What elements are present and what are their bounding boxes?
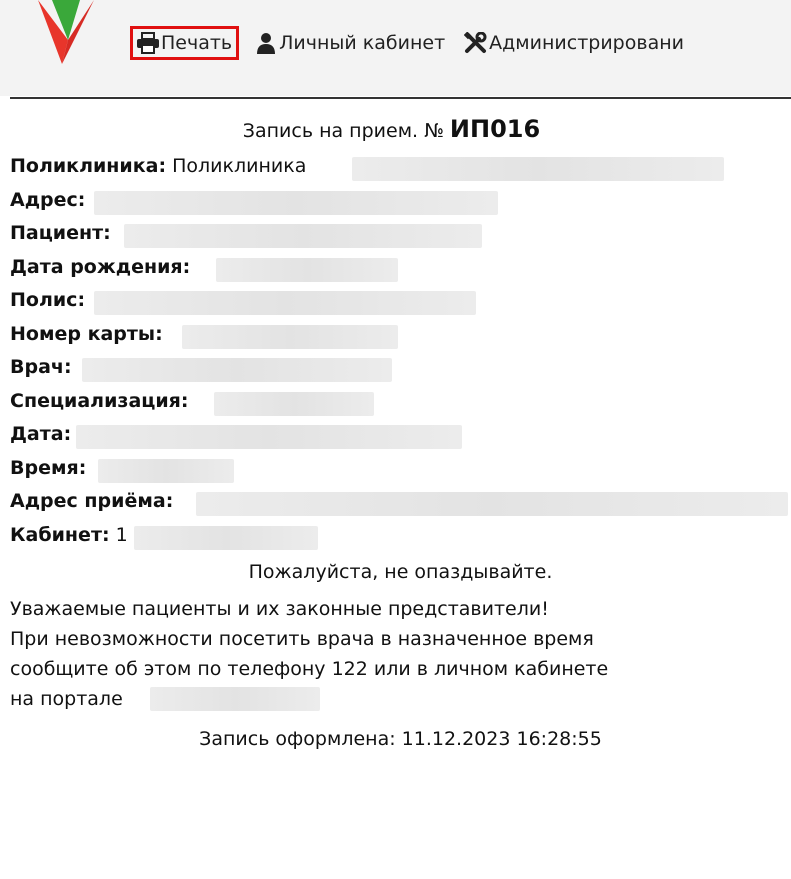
card-number-row: Номер карты:	[10, 318, 791, 352]
specialization-label: Специализация:	[10, 389, 189, 412]
reception-address-label: Адрес приёма:	[10, 490, 174, 512]
redacted-value	[124, 224, 482, 248]
redacted-value	[134, 525, 318, 550]
message-line: При невозможности посетить врача в назна…	[10, 628, 594, 650]
time-row: Время:	[10, 452, 791, 486]
redacted-value	[352, 157, 724, 181]
message-line-portal: на портале	[10, 684, 770, 714]
redacted-value	[214, 391, 374, 416]
printer-icon	[135, 31, 161, 55]
issued-timestamp: Запись оформлена: 11.12.2023 16:28:55	[199, 728, 602, 750]
address-row: Адрес:	[10, 184, 791, 218]
top-toolbar: Печать Личный кабинет Администрировани	[0, 0, 791, 96]
doctor-label: Врач:	[10, 356, 72, 378]
print-label: Печать	[161, 32, 233, 54]
redacted-value	[150, 687, 320, 711]
redacted-value	[216, 257, 398, 282]
address-label: Адрес:	[10, 188, 86, 211]
ticket-title-prefix: Запись на прием. №	[242, 120, 444, 142]
clinic-row: Поликлиника: Поликлиника	[10, 150, 791, 184]
ticket-title: Запись на прием. № ИП016	[10, 104, 791, 150]
reception-address-row: Адрес приёма:	[10, 485, 791, 519]
print-menu-item[interactable]: Печать	[130, 26, 240, 60]
administration-menu-item[interactable]: Администрировани	[463, 31, 684, 55]
patient-label: Пациент:	[10, 222, 111, 244]
card-number-label: Номер карты:	[10, 322, 163, 345]
punctuality-notice: Пожалуйста, не опаздывайте.	[248, 561, 553, 583]
message-line: Уважаемые пациенты и их законные предста…	[10, 598, 549, 620]
main-menu: Печать Личный кабинет Администрировани	[130, 22, 684, 64]
doctor-row: Врач:	[10, 351, 791, 385]
redacted-value	[98, 458, 234, 483]
cabinet-row: Кабинет: 1	[10, 519, 791, 553]
specialization-row: Специализация:	[10, 385, 791, 419]
redacted-value	[94, 190, 498, 215]
redacted-value	[94, 291, 476, 315]
admin-label: Администрировани	[489, 32, 684, 54]
time-label: Время:	[10, 456, 87, 479]
logo	[38, 0, 94, 64]
appointment-ticket: Запись на прием. № ИП016 Поликлиника: По…	[10, 104, 791, 754]
clinic-value: Поликлиника	[172, 155, 307, 177]
date-row: Дата:	[10, 418, 791, 452]
cabinet-label: Личный кабинет	[279, 32, 446, 54]
message-line: сообщите об этом по телефону 122 или в л…	[10, 658, 609, 680]
tools-icon	[463, 31, 489, 55]
toolbar-divider	[10, 97, 791, 99]
personal-cabinet-menu-item[interactable]: Личный кабинет	[253, 31, 445, 55]
birth-date-label: Дата рождения:	[10, 255, 191, 278]
patient-message: Уважаемые пациенты и их законные предста…	[10, 594, 770, 714]
redacted-value	[82, 358, 392, 382]
policy-label: Полис:	[10, 289, 86, 311]
birth-date-row: Дата рождения:	[10, 251, 791, 285]
user-icon	[253, 31, 279, 55]
cabinet-label: Кабинет:	[10, 523, 110, 546]
date-label: Дата:	[10, 423, 72, 445]
policy-row: Полис:	[10, 284, 791, 318]
redacted-value	[182, 324, 398, 349]
patient-row: Пациент:	[10, 217, 791, 251]
clinic-label: Поликлиника:	[10, 155, 167, 177]
cabinet-value: 1	[115, 523, 128, 546]
message-line-text: на портале	[10, 688, 123, 710]
ticket-number: ИП016	[449, 115, 541, 143]
redacted-value	[76, 425, 462, 449]
redacted-value	[196, 492, 788, 516]
